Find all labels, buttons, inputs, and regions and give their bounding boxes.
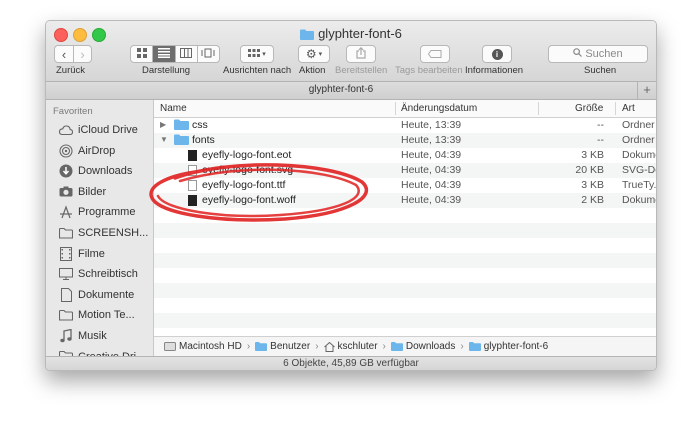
annotation-ellipse [149, 163, 369, 222]
